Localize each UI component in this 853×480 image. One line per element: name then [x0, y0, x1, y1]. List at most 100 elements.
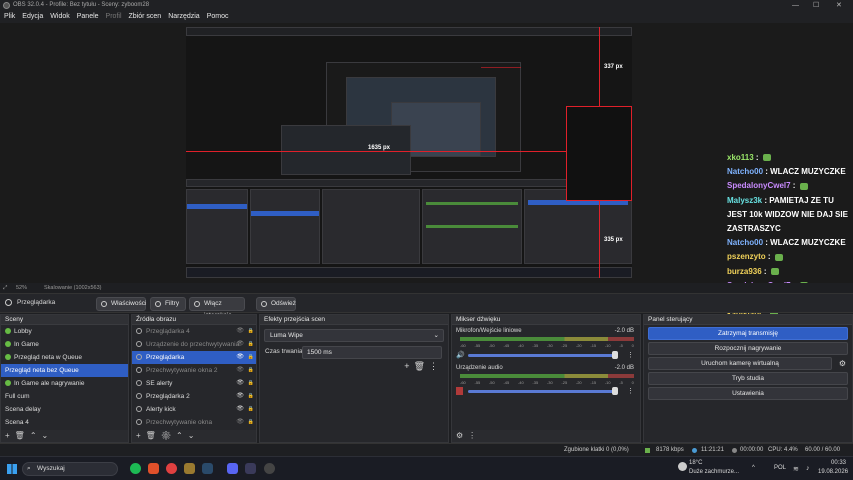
refresh-button[interactable]: Odśwież: [256, 297, 296, 311]
lock-icon[interactable]: 🔒: [248, 377, 254, 390]
visibility-icon[interactable]: 👁: [236, 364, 244, 377]
opera-icon[interactable]: [166, 463, 177, 474]
lock-icon[interactable]: 🔒: [248, 325, 254, 338]
lock-icon[interactable]: 🔒: [248, 416, 254, 429]
zoom-icon[interactable]: ⤢: [3, 283, 7, 293]
maximize-icon[interactable]: ☐: [813, 0, 819, 11]
scene-item[interactable]: Scena delay: [1, 403, 128, 416]
menu-profile[interactable]: Profil: [106, 11, 122, 23]
properties-button[interactable]: Właściwości: [96, 297, 146, 311]
more-icon[interactable]: ⋮: [627, 351, 634, 359]
source-item[interactable]: Przechwytywanie okna 2 👁 🔒: [132, 364, 256, 377]
tray-chevron-icon[interactable]: ^: [752, 465, 755, 471]
add-icon[interactable]: +: [5, 431, 15, 440]
studio-mode-button[interactable]: Tryb studia: [648, 372, 848, 385]
taskbar-search[interactable]: ⌕ Wyszukaj: [22, 462, 118, 476]
menu-help[interactable]: Pomoc: [207, 11, 229, 23]
discord-icon[interactable]: [227, 463, 238, 474]
lock-icon[interactable]: 🔒: [248, 403, 254, 416]
scene-item[interactable]: In Game ale nagrywanie: [1, 377, 128, 390]
menu-view[interactable]: Widok: [50, 11, 69, 23]
visibility-icon[interactable]: 👁: [236, 390, 244, 403]
weather-temp[interactable]: 18°C: [689, 460, 702, 466]
brave-icon[interactable]: [148, 463, 159, 474]
source-item[interactable]: Przechwytywanie okna 👁 🔒: [132, 416, 256, 429]
scene-item[interactable]: Lobby: [1, 325, 128, 338]
remove-icon[interactable]: 🗑: [146, 431, 161, 440]
visibility-icon[interactable]: 👁: [236, 416, 244, 429]
close-icon[interactable]: ✕: [836, 0, 842, 11]
source-item[interactable]: Alerty kick 👁 🔒: [132, 403, 256, 416]
clock-date[interactable]: 19.08.2026: [818, 469, 848, 475]
spotify-icon[interactable]: [130, 463, 141, 474]
minimize-icon[interactable]: —: [792, 0, 799, 11]
down-icon[interactable]: ⌄: [42, 431, 54, 440]
more-icon[interactable]: ⋮: [468, 431, 481, 440]
lock-icon[interactable]: 🔒: [248, 338, 254, 351]
source-item[interactable]: Przeglądarka 4 👁 🔒: [132, 325, 256, 338]
desktop-volume-handle[interactable]: [612, 387, 618, 395]
zoom-percent[interactable]: 52%: [16, 283, 27, 293]
menu-file[interactable]: Plik: [4, 11, 15, 23]
remove-icon[interactable]: 🗑: [15, 431, 30, 440]
obs-taskbar-icon[interactable]: [264, 463, 275, 474]
up-icon[interactable]: ⌃: [176, 431, 188, 440]
visibility-icon[interactable]: 👁: [236, 377, 244, 390]
source-item[interactable]: Przeglądarka 2 👁 🔒: [132, 390, 256, 403]
remove-icon[interactable]: 🗑: [414, 361, 429, 371]
volume-icon[interactable]: ♪: [806, 465, 810, 472]
wifi-icon[interactable]: ≋: [793, 465, 799, 473]
duration-input[interactable]: 1500 ms: [302, 346, 442, 359]
mute-icon[interactable]: [456, 387, 463, 395]
visibility-icon[interactable]: 👁: [236, 338, 244, 351]
explorer-icon[interactable]: [184, 463, 195, 474]
scene-item[interactable]: Full cum: [1, 390, 128, 403]
transition-select[interactable]: Luma Wipe ⌄: [264, 329, 444, 342]
more-icon[interactable]: ⋮: [429, 361, 442, 371]
scene-item[interactable]: Przegląd neta bez Queue: [1, 364, 128, 377]
add-icon[interactable]: +: [404, 361, 413, 371]
gear-icon[interactable]: ⚙: [456, 431, 468, 440]
scene-item[interactable]: Przegląd neta w Queue: [1, 351, 128, 364]
down-icon[interactable]: ⌄: [188, 431, 200, 440]
source-type-icon: [136, 393, 142, 400]
speaker-icon[interactable]: 🔊: [456, 351, 465, 359]
clock-time[interactable]: 00:33: [831, 460, 846, 466]
app-icon[interactable]: [245, 463, 256, 474]
lock-icon[interactable]: 🔒: [248, 351, 254, 364]
desktop-volume-slider[interactable]: [468, 390, 614, 393]
virtual-camera-button[interactable]: Uruchom kamerę wirtualną: [648, 357, 832, 370]
lock-icon[interactable]: 🔒: [248, 390, 254, 403]
menu-tools[interactable]: Narzędzia: [168, 11, 200, 23]
filters-button[interactable]: Filtry: [150, 297, 186, 311]
more-icon[interactable]: ⋮: [627, 387, 634, 395]
menu-scene-collection[interactable]: Zbiór scen: [129, 11, 162, 23]
scene-item[interactable]: Scena 4: [1, 416, 128, 429]
windows-start-icon[interactable]: [7, 464, 17, 474]
gear-icon[interactable]: ⚙: [161, 431, 176, 440]
visibility-icon[interactable]: 👁: [236, 403, 244, 416]
preview-canvas[interactable]: 337 px 1635 px 335 px: [186, 27, 632, 278]
start-recording-button[interactable]: Rozpocznij nagrywanie: [648, 342, 848, 355]
source-item[interactable]: Przeglądarka 👁 🔒: [132, 351, 256, 364]
visibility-icon[interactable]: 👁: [236, 325, 244, 338]
stop-stream-button[interactable]: Zatrzymaj transmisję: [648, 327, 848, 340]
gear-icon[interactable]: ⚙: [839, 359, 846, 368]
source-item[interactable]: Urządzenie do przechwytywania 👁 🔒: [132, 338, 256, 351]
scene-item[interactable]: In Game: [1, 338, 128, 351]
mic-volume-slider[interactable]: [468, 354, 614, 357]
steam-icon[interactable]: [202, 463, 213, 474]
lock-icon[interactable]: 🔒: [248, 364, 254, 377]
lang-indicator[interactable]: POL: [774, 465, 786, 471]
weather-desc[interactable]: Duże zachmurze...: [689, 469, 739, 475]
menu-edit[interactable]: Edycja: [22, 11, 43, 23]
settings-button[interactable]: Ustawienia: [648, 387, 848, 400]
up-icon[interactable]: ⌃: [30, 431, 42, 440]
zoom-scaling[interactable]: Skalowanie (1002x563): [44, 283, 101, 293]
add-icon[interactable]: +: [136, 431, 146, 440]
menu-docks[interactable]: Panele: [77, 11, 99, 23]
visibility-icon[interactable]: 👁: [236, 351, 244, 364]
interact-button[interactable]: Włącz interakcję: [189, 297, 245, 319]
mic-volume-handle[interactable]: [612, 351, 618, 359]
source-item[interactable]: SE alerty 👁 🔒: [132, 377, 256, 390]
